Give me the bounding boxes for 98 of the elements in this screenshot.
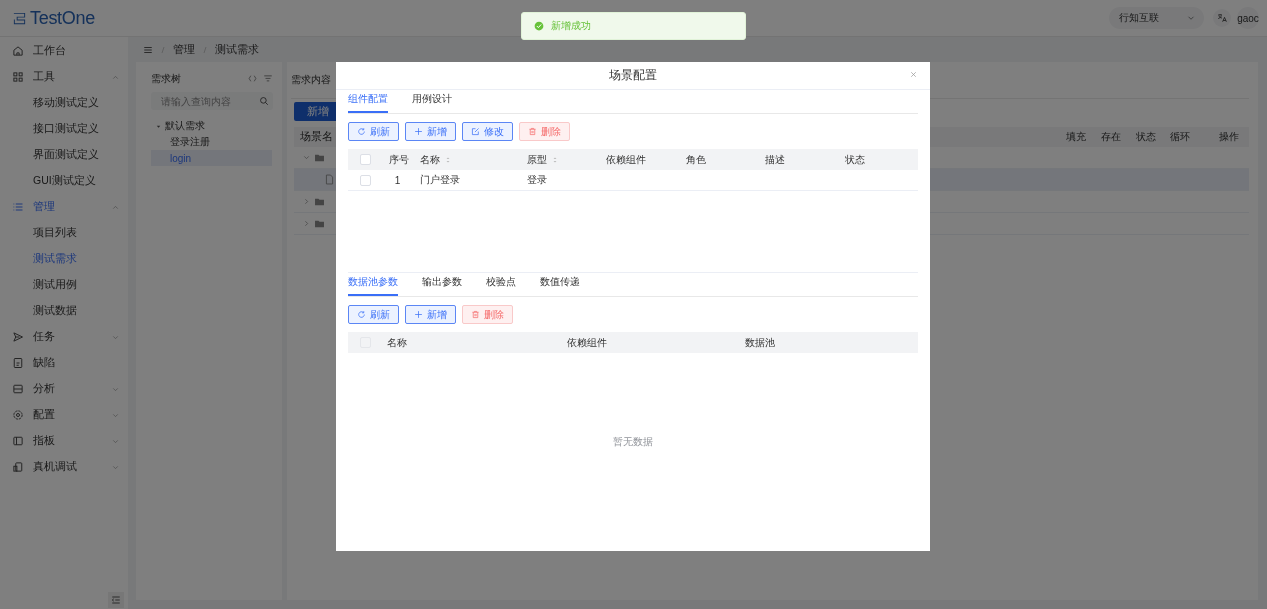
breadcrumb-link[interactable]: 管理: [173, 42, 195, 57]
column-header: 状态: [1136, 130, 1156, 144]
delete-button[interactable]: 删除: [519, 122, 570, 141]
sidebar-subitem[interactable]: GUI测试定义: [0, 168, 128, 194]
refresh-icon: [357, 127, 366, 136]
collapse-menu-icon: [108, 592, 124, 608]
plus-icon: [414, 310, 423, 319]
refresh-button[interactable]: 刷新: [348, 305, 399, 324]
column-header: 依赖组件: [566, 335, 608, 350]
column-header: 名称: [413, 152, 520, 167]
trash-icon: [528, 127, 537, 136]
checkbox[interactable]: [360, 174, 371, 186]
plus-icon: [414, 127, 423, 136]
sidebar-subitem[interactable]: 测试用例: [0, 272, 128, 298]
folder-icon: [314, 218, 325, 229]
tab[interactable]: 数据池参数: [348, 275, 398, 296]
expand-icon: [248, 74, 257, 83]
sidebar-item[interactable]: 分析: [0, 376, 128, 402]
table-cell-text: 登录: [526, 173, 548, 187]
add-button[interactable]: 新增: [405, 122, 456, 141]
column-header: 角色: [685, 152, 707, 167]
close-icon: [909, 70, 918, 79]
folder-icon: [314, 196, 325, 207]
add-button[interactable]: 新增: [405, 305, 456, 324]
column-header: 操作: [1219, 130, 1239, 144]
refresh-button[interactable]: 刷新: [348, 122, 399, 141]
column-header: 原型: [520, 152, 599, 167]
column-header: 填充: [1066, 130, 1086, 144]
panel-title: 需求内容: [291, 73, 331, 87]
folder-icon: [314, 152, 325, 163]
select-value: 行知互联: [1119, 11, 1159, 25]
table-cell-text: 门户登录: [419, 173, 461, 187]
tab[interactable]: 用例设计: [412, 92, 452, 113]
file-icon: [324, 174, 335, 185]
devices-icon: [12, 461, 24, 473]
column-header: 数据池: [744, 335, 776, 350]
sidebar-item[interactable]: 任务: [0, 324, 128, 350]
edit-icon: [471, 127, 480, 136]
sidebar-item[interactable]: 缺陷: [0, 350, 128, 376]
edit-button[interactable]: 修改: [462, 122, 513, 141]
column-header: 状态: [844, 152, 866, 167]
sidebar-subitem[interactable]: 测试数据: [0, 298, 128, 324]
tab[interactable]: 校验点: [486, 275, 516, 296]
settings-icon: [12, 409, 24, 421]
sidebar-item[interactable]: 工具: [0, 64, 128, 90]
tree-node[interactable]: login: [151, 150, 272, 166]
breadcrumb-link[interactable]: 测试需求: [215, 42, 259, 57]
search-icon: [259, 96, 269, 106]
panel-title: 需求树: [151, 72, 181, 86]
sidebar-item[interactable]: 配置: [0, 402, 128, 428]
translate-button[interactable]: [1213, 9, 1231, 27]
tab[interactable]: 组件配置: [348, 92, 388, 113]
tab[interactable]: 输出参数: [422, 275, 462, 296]
menu-icon: [143, 44, 153, 55]
sort-icon: [551, 155, 559, 164]
column-header: 名称: [386, 335, 408, 350]
panel-icon: [12, 383, 24, 395]
sidebar-subitem[interactable]: 移动测试定义: [0, 90, 128, 116]
document-icon: [12, 357, 24, 369]
column-header: 场景名: [299, 130, 333, 144]
sidebar-item[interactable]: 工作台: [0, 38, 128, 64]
sort-icon: [444, 155, 452, 164]
tree-node[interactable]: 登录注册: [151, 134, 277, 150]
organization-select[interactable]: 行知互联: [1109, 7, 1204, 29]
breadcrumb-separator-icon: [201, 45, 209, 54]
logo-text: TestOne: [30, 7, 95, 29]
column-header: 依赖组件: [605, 152, 647, 167]
translate-icon: [1217, 13, 1227, 23]
user-avatar[interactable]: gaoc: [1237, 7, 1259, 29]
sidebar-subitem[interactable]: 接口测试定义: [0, 116, 128, 142]
empty-message: 暂无数据: [613, 435, 653, 449]
sidebar-item[interactable]: 管理: [0, 194, 128, 220]
trash-icon: [471, 310, 480, 319]
table-cell-text: 1: [393, 174, 402, 186]
column-header: 序号: [388, 152, 410, 167]
send-icon: [12, 331, 24, 343]
tree-node[interactable]: 默认需求: [151, 118, 277, 134]
layout-icon: [12, 435, 24, 447]
sidebar-item[interactable]: 指板: [0, 428, 128, 454]
breadcrumb-separator-icon: [159, 45, 167, 54]
column-header: 存在: [1101, 130, 1121, 144]
home-icon: [12, 45, 24, 57]
sidebar-item[interactable]: 真机调试: [0, 454, 128, 480]
column-header: 描述: [764, 152, 786, 167]
refresh-icon: [357, 310, 366, 319]
dialog-title: 场景配置: [609, 68, 657, 83]
sidebar-subitem[interactable]: 界面测试定义: [0, 142, 128, 168]
checkbox[interactable]: [360, 154, 371, 165]
close-button[interactable]: [909, 70, 918, 79]
tab[interactable]: 数值传递: [540, 275, 580, 296]
filter-icon: [263, 74, 273, 84]
column-header: 循环: [1170, 130, 1190, 144]
delete-button[interactable]: 删除: [462, 305, 513, 324]
sidebar-subitem[interactable]: 测试需求: [0, 246, 128, 272]
grid-icon: [12, 71, 24, 83]
toast-message: 新增成功: [521, 12, 746, 40]
sidebar-subitem[interactable]: 项目列表: [0, 220, 128, 246]
logo-icon: [12, 10, 27, 26]
